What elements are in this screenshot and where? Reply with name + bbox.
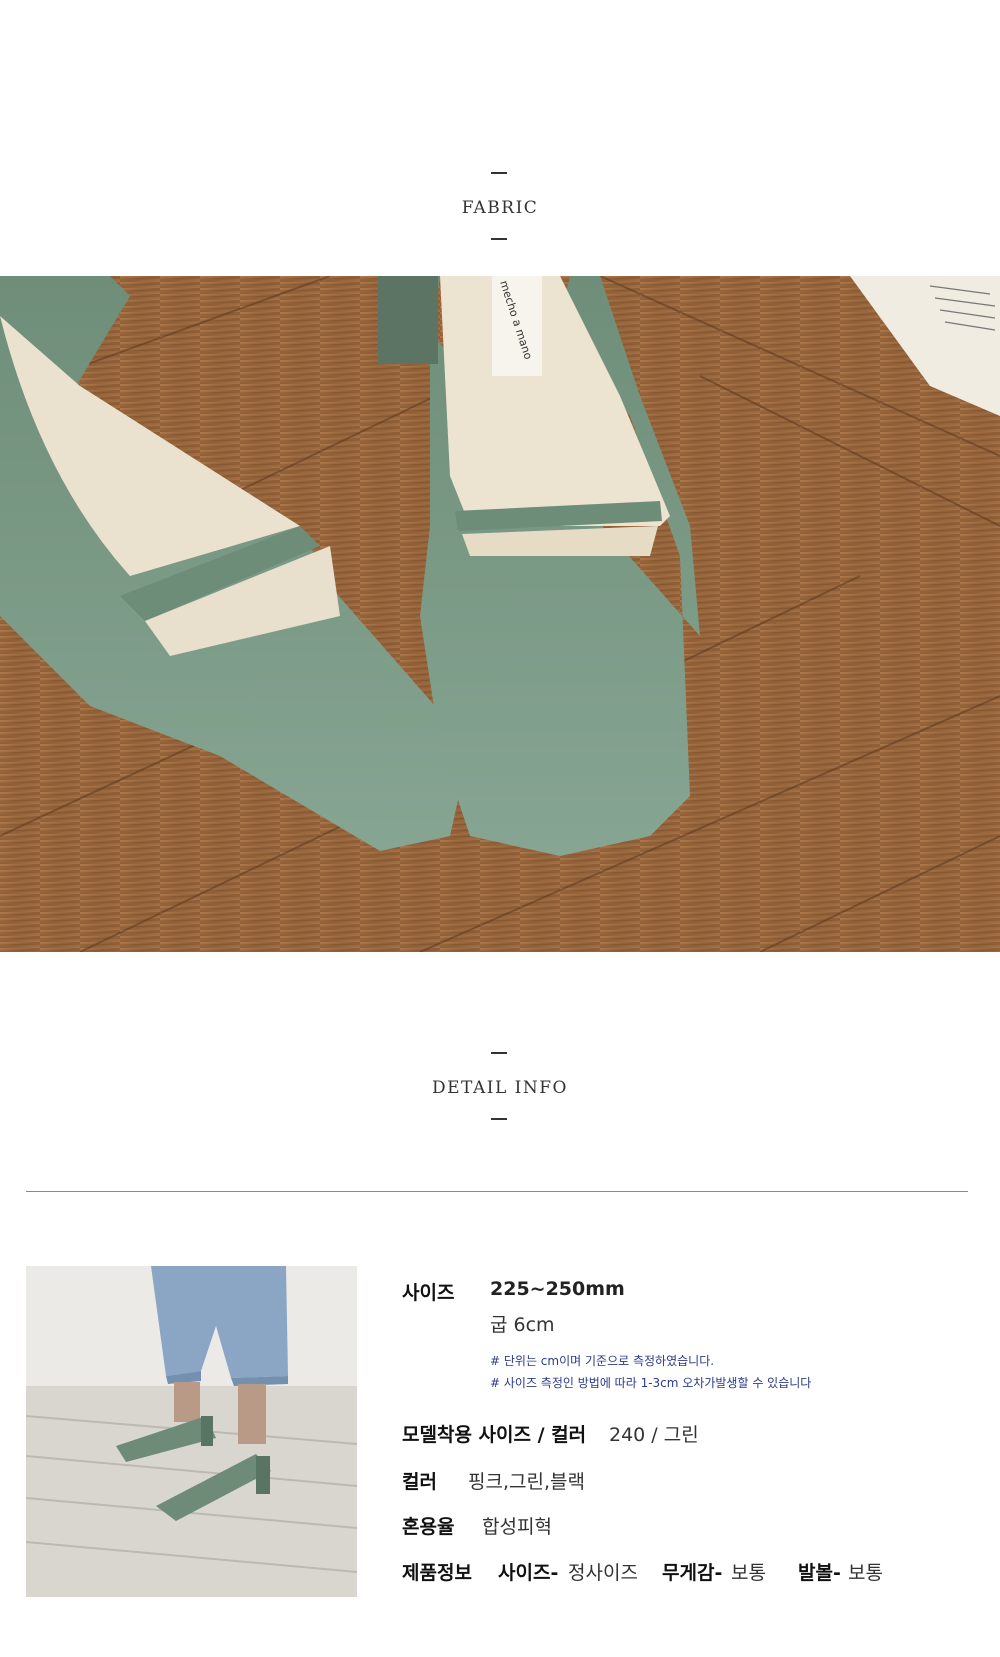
- color-value: 핑크,그린,블랙: [468, 1471, 585, 1493]
- product-fabric-photo: mecho a mano: [0, 276, 1000, 952]
- divider: [26, 1191, 968, 1192]
- width-value: 보통: [848, 1562, 883, 1584]
- detail-top-dash: [491, 1052, 507, 1054]
- fit-label: 사이즈-: [498, 1562, 559, 1584]
- fabric-title: FABRIC: [461, 198, 539, 218]
- weight-label: 무게감-: [662, 1562, 723, 1584]
- measure-note-2: # 사이즈 측정인 방법에 따라 1-3cm 오차가발생할 수 있습니다: [490, 1376, 812, 1390]
- detail-title: DETAIL INFO: [432, 1078, 568, 1098]
- size-value: 225~250mm: [490, 1278, 625, 1300]
- model-size-label: 모델착용 사이즈 / 컬러: [402, 1424, 587, 1446]
- measure-note-1: # 단위는 cm이며 기준으로 측정하였습니다.: [490, 1354, 715, 1368]
- fit-value: 정사이즈: [568, 1562, 638, 1584]
- material-label: 혼용율: [402, 1516, 455, 1538]
- model-wearing-photo: [26, 1266, 357, 1597]
- size-label: 사이즈: [402, 1282, 455, 1304]
- model-size-value: 240 / 그린: [609, 1424, 699, 1446]
- heel-value: 굽 6cm: [490, 1314, 555, 1336]
- detail-bottom-dash: [491, 1118, 507, 1120]
- color-label: 컬러: [402, 1471, 437, 1493]
- product-info-label: 제품정보: [402, 1562, 472, 1584]
- material-value: 합성피혁: [482, 1516, 552, 1538]
- weight-value: 보통: [731, 1562, 766, 1584]
- fabric-top-dash: [491, 172, 507, 174]
- width-label: 발볼-: [798, 1562, 841, 1584]
- fabric-bottom-dash: [491, 238, 507, 240]
